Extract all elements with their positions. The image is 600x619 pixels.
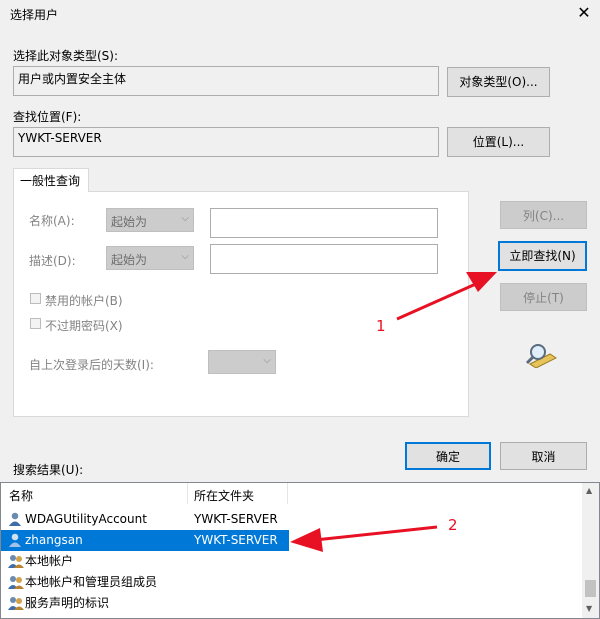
annotation-number-1: 1 [376, 317, 386, 335]
annotation-number-2: 2 [448, 516, 458, 534]
annotation-arrows [290, 272, 497, 552]
